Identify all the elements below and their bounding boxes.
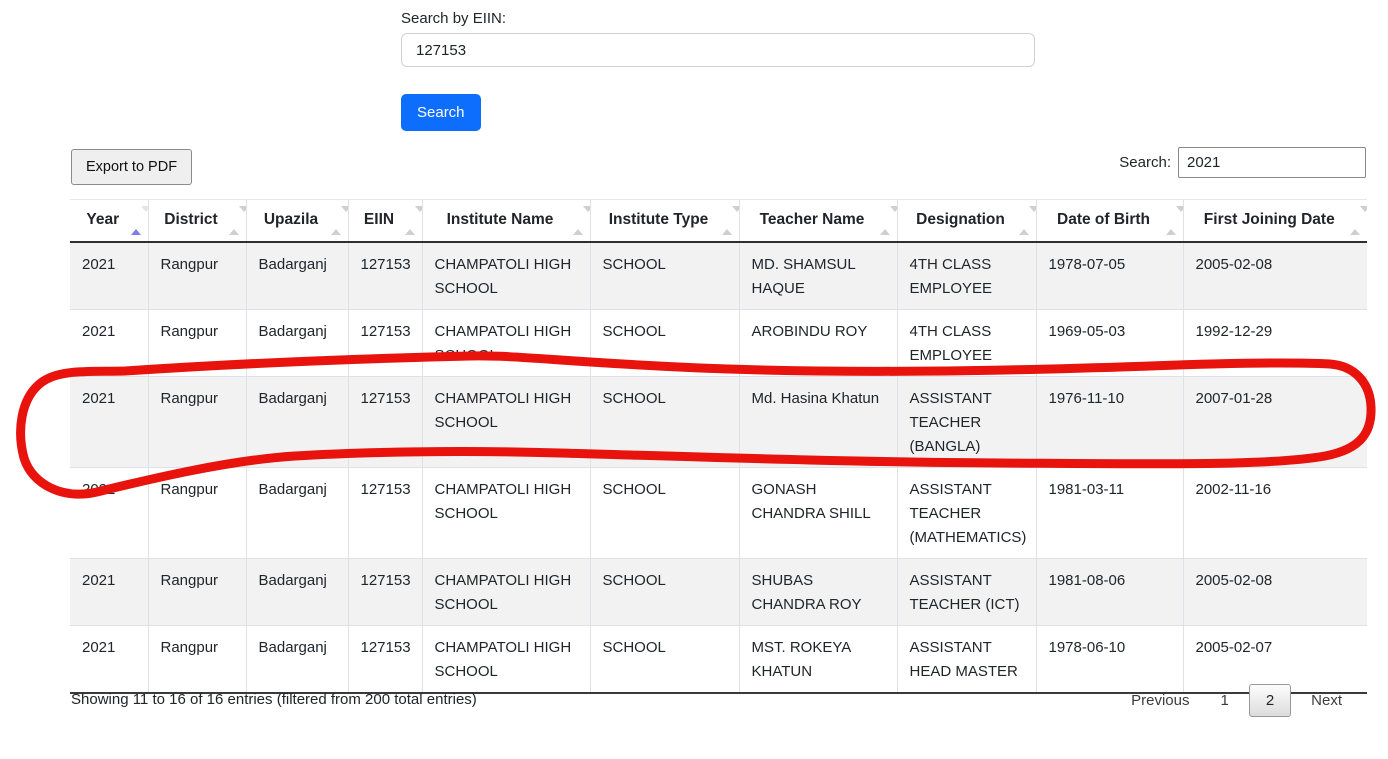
pagination: Previous 1 2 Next — [1111, 684, 1353, 717]
table-header-row: Year District Upazila EIIN Institute Nam… — [70, 200, 1367, 242]
sort-icon — [229, 212, 239, 228]
column-header-year[interactable]: Year — [70, 200, 148, 242]
sort-icon — [405, 212, 415, 228]
pagination-page-1[interactable]: 1 — [1209, 685, 1239, 716]
eiin-search-label: Search by EIIN: — [401, 10, 506, 27]
export-pdf-button[interactable]: Export to PDF — [71, 149, 192, 185]
sort-icon — [722, 212, 732, 228]
table-row: 2021 Rangpur Badarganj 127153 CHAMPATOLI… — [70, 558, 1367, 625]
page: Search by EIIN: Search Export to PDF Sea… — [0, 0, 1388, 759]
pagination-previous[interactable]: Previous — [1120, 685, 1200, 716]
column-header-date-of-birth[interactable]: Date of Birth — [1036, 200, 1183, 242]
column-header-eiin[interactable]: EIIN — [348, 200, 422, 242]
sort-icon — [331, 212, 341, 228]
table-info-text: Showing 11 to 16 of 16 entries (filtered… — [71, 691, 477, 708]
column-header-first-joining-date[interactable]: First Joining Date — [1183, 200, 1367, 242]
column-header-district[interactable]: District — [148, 200, 246, 242]
sort-icon — [880, 212, 890, 228]
search-button[interactable]: Search — [401, 94, 481, 131]
table-row: 2021 Rangpur Badarganj 127153 CHAMPATOLI… — [70, 242, 1367, 310]
sort-asc-icon — [131, 212, 141, 228]
column-header-upazila[interactable]: Upazila — [246, 200, 348, 242]
sort-icon — [1350, 212, 1360, 228]
sort-icon — [1166, 212, 1176, 228]
table-filter: Search: — [1119, 147, 1366, 178]
table-row: 2021 Rangpur Badarganj 127153 CHAMPATOLI… — [70, 467, 1367, 558]
column-header-institute-type[interactable]: Institute Type — [590, 200, 739, 242]
column-header-institute-name[interactable]: Institute Name — [422, 200, 590, 242]
table-row: 2021 Rangpur Badarganj 127153 CHAMPATOLI… — [70, 309, 1367, 376]
table-filter-label: Search: — [1119, 154, 1171, 171]
table-row-highlighted: 2021 Rangpur Badarganj 127153 CHAMPATOLI… — [70, 376, 1367, 467]
table-filter-input[interactable] — [1178, 147, 1366, 178]
sort-icon — [573, 212, 583, 228]
column-header-designation[interactable]: Designation — [897, 200, 1036, 242]
table-row: 2021 Rangpur Badarganj 127153 CHAMPATOLI… — [70, 625, 1367, 693]
results-table: Year District Upazila EIIN Institute Nam… — [70, 199, 1367, 694]
pagination-page-2-active[interactable]: 2 — [1249, 684, 1291, 717]
sort-icon — [1019, 212, 1029, 228]
pagination-next[interactable]: Next — [1300, 685, 1353, 716]
column-header-teacher-name[interactable]: Teacher Name — [739, 200, 897, 242]
eiin-search-input[interactable] — [401, 33, 1035, 67]
